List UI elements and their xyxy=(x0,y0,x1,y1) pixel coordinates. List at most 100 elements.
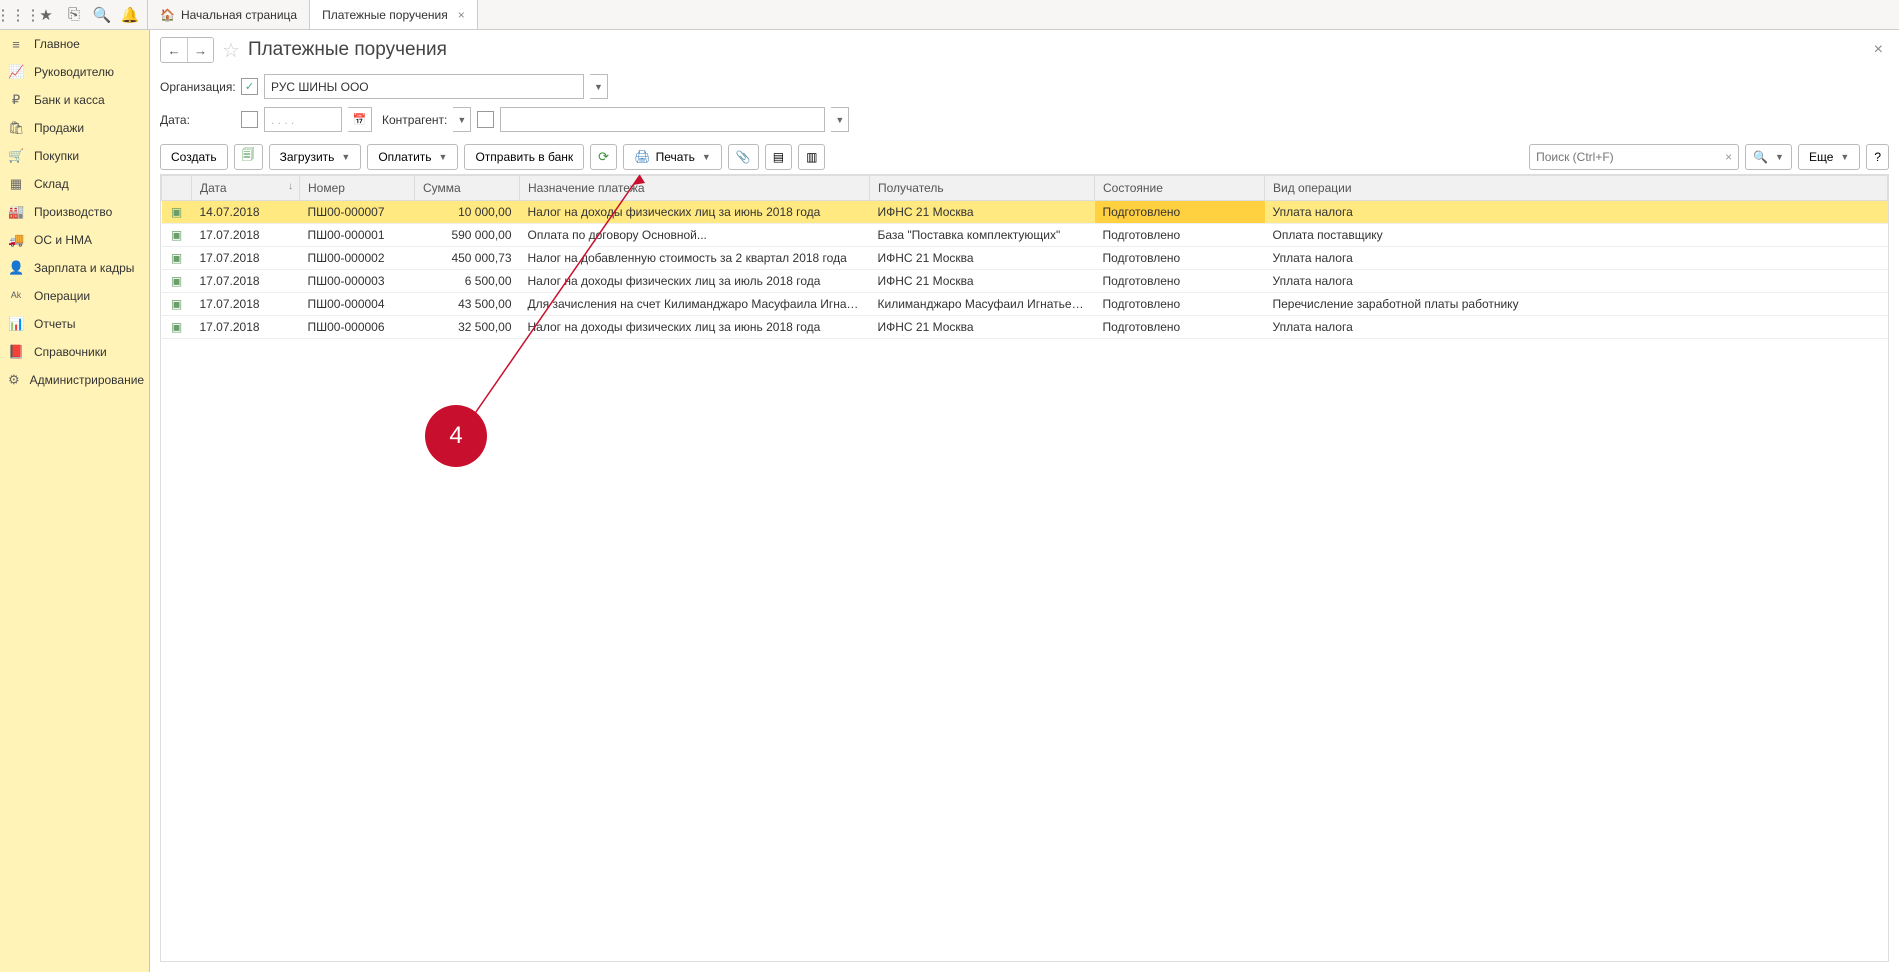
org-checkbox[interactable]: ✓ xyxy=(241,78,258,95)
link-icon[interactable]: ⎘ xyxy=(60,0,88,30)
col-number[interactable]: Номер xyxy=(300,176,415,201)
document-icon: ▣ xyxy=(171,297,182,311)
table-row[interactable]: ▣17.07.2018ПШ00-00000632 500,00Налог на … xyxy=(162,316,1888,339)
sidebar-item-12[interactable]: ⚙Администрирование xyxy=(0,366,149,394)
table-row[interactable]: ▣17.07.2018ПШ00-000001590 000,00Оплата п… xyxy=(162,224,1888,247)
pay-button[interactable]: Оплатить▼ xyxy=(367,144,458,170)
contr-checkbox[interactable] xyxy=(477,111,494,128)
col-icon[interactable] xyxy=(162,176,192,201)
sidebar-item-3[interactable]: 🛍Продажи xyxy=(0,114,149,142)
cell-date: 17.07.2018 xyxy=(192,316,300,339)
nav-icon: 📈 xyxy=(8,64,24,80)
date-label: Дата: xyxy=(160,113,235,127)
more-button[interactable]: Еще▼ xyxy=(1798,144,1860,170)
cell-recipient: Килиманджаро Масуфаил Игнатьевич xyxy=(870,293,1095,316)
sidebar-item-1[interactable]: 📈 Руководителю xyxy=(0,58,149,86)
tab-payments[interactable]: Платежные поручения × xyxy=(309,0,478,29)
table-row[interactable]: ▣17.07.2018ПШ00-0000036 500,00Налог на д… xyxy=(162,270,1888,293)
cell-type: Оплата поставщику xyxy=(1265,224,1888,247)
cell-recipient: База "Поставка комплектующих" xyxy=(870,224,1095,247)
nav-icon: ₽ xyxy=(8,92,24,108)
close-icon[interactable]: × xyxy=(458,8,465,22)
contr-label-dropdown[interactable]: ▼ xyxy=(453,107,471,132)
nav-icon: 🚚 xyxy=(8,232,24,248)
cell-sum: 6 500,00 xyxy=(415,270,520,293)
cell-date: 17.07.2018 xyxy=(192,224,300,247)
cell-date: 17.07.2018 xyxy=(192,247,300,270)
list-button[interactable]: ▥ xyxy=(798,144,825,170)
action-toolbar: Создать 🗐 Загрузить▼ Оплатить▼ Отправить… xyxy=(150,140,1899,174)
tab-home-label: Начальная страница xyxy=(181,8,297,22)
page-title: Платежные поручения xyxy=(248,39,447,61)
sidebar-item-7[interactable]: 🚚 ОС и НМА xyxy=(0,226,149,254)
sidebar-item-2[interactable]: ₽Банк и касса xyxy=(0,86,149,114)
favorite-icon[interactable]: ☆ xyxy=(222,38,240,63)
cell-type: Уплата налога xyxy=(1265,270,1888,293)
bell-icon[interactable]: 🔔 xyxy=(116,0,144,30)
nav-buttons: ← → xyxy=(160,37,214,63)
clear-search-icon[interactable]: × xyxy=(1725,150,1732,164)
org-field[interactable]: РУС ШИНЫ ООО xyxy=(264,74,584,99)
org-dropdown[interactable]: ▼ xyxy=(590,74,608,99)
related-icon: ▤ xyxy=(773,150,784,164)
sidebar-item-label: Руководителю xyxy=(34,65,114,79)
copy-button[interactable]: 🗐 xyxy=(234,144,263,170)
col-type[interactable]: Вид операции xyxy=(1265,176,1888,201)
send-to-bank-button[interactable]: Отправить в банк xyxy=(464,144,584,170)
help-button[interactable]: ? xyxy=(1866,144,1889,170)
load-button[interactable]: Загрузить▼ xyxy=(269,144,362,170)
table-row[interactable]: ▣17.07.2018ПШ00-000002450 000,73Налог на… xyxy=(162,247,1888,270)
sidebar-item-0[interactable]: ≡Главное xyxy=(0,30,149,58)
sidebar-item-10[interactable]: 📊Отчеты xyxy=(0,310,149,338)
sidebar-item-11[interactable]: 📕Справочники xyxy=(0,338,149,366)
close-page-icon[interactable]: × xyxy=(1874,41,1889,59)
contr-field[interactable] xyxy=(500,107,825,132)
back-button[interactable]: ← xyxy=(161,38,187,62)
search-box[interactable]: × xyxy=(1529,144,1739,170)
cell-sum: 43 500,00 xyxy=(415,293,520,316)
data-table: Дата↓ Номер Сумма Назначение платежа Пол… xyxy=(160,174,1889,962)
sidebar-item-label: Отчеты xyxy=(34,317,75,331)
date-field[interactable]: . . . . xyxy=(264,107,342,132)
apps-icon[interactable]: ⋮⋮⋮ xyxy=(4,0,32,30)
refresh-button[interactable]: ⟳ xyxy=(590,144,617,170)
attach-button[interactable]: 📎 xyxy=(728,144,759,170)
print-button[interactable]: 🖨Печать▼ xyxy=(623,144,722,170)
search-menu-button[interactable]: 🔍▼ xyxy=(1745,144,1792,170)
annotation-badge: 4 xyxy=(425,405,487,467)
contr-dropdown[interactable]: ▼ xyxy=(831,107,849,132)
table-row[interactable]: ▣17.07.2018ПШ00-00000443 500,00Для зачис… xyxy=(162,293,1888,316)
col-purpose[interactable]: Назначение платежа xyxy=(520,176,870,201)
table-row[interactable]: ▣14.07.2018ПШ00-00000710 000,00Налог на … xyxy=(162,201,1888,224)
cell-purpose: Оплата по договору Основной... xyxy=(520,224,870,247)
related-button[interactable]: ▤ xyxy=(765,144,792,170)
sidebar-item-4[interactable]: 🛒Покупки xyxy=(0,142,149,170)
col-date[interactable]: Дата↓ xyxy=(192,176,300,201)
nav-icon: ⚙ xyxy=(8,372,20,388)
cell-purpose: Налог на доходы физических лиц за июнь 2… xyxy=(520,201,870,224)
col-state[interactable]: Состояние xyxy=(1095,176,1265,201)
search-input[interactable] xyxy=(1536,150,1725,164)
cell-number: ПШ00-000004 xyxy=(300,293,415,316)
calendar-icon[interactable]: 📅 xyxy=(348,107,372,132)
cell-purpose: Налог на доходы физических лиц за июнь 2… xyxy=(520,316,870,339)
create-button[interactable]: Создать xyxy=(160,144,228,170)
cell-recipient: ИФНС 21 Москва xyxy=(870,201,1095,224)
forward-button[interactable]: → xyxy=(187,38,213,62)
cell-number: ПШ00-000007 xyxy=(300,201,415,224)
col-recipient[interactable]: Получатель xyxy=(870,176,1095,201)
col-sum[interactable]: Сумма xyxy=(415,176,520,201)
sidebar-item-label: ОС и НМА xyxy=(34,233,92,247)
nav-icon: 🛍 xyxy=(8,120,24,136)
home-icon: 🏠 xyxy=(160,8,175,22)
sidebar-item-9[interactable]: ᴬᵏОперации xyxy=(0,282,149,310)
magnify-icon: 🔍 xyxy=(1753,150,1768,164)
sidebar-item-label: Операции xyxy=(34,289,90,303)
star-icon[interactable]: ★ xyxy=(32,0,60,30)
sidebar-item-8[interactable]: 👤Зарплата и кадры xyxy=(0,254,149,282)
search-icon[interactable]: 🔍 xyxy=(88,0,116,30)
sidebar-item-6[interactable]: 🏭Производство xyxy=(0,198,149,226)
date-checkbox[interactable] xyxy=(241,111,258,128)
sidebar-item-5[interactable]: ▦Склад xyxy=(0,170,149,198)
tab-home[interactable]: 🏠 Начальная страница xyxy=(147,0,310,29)
